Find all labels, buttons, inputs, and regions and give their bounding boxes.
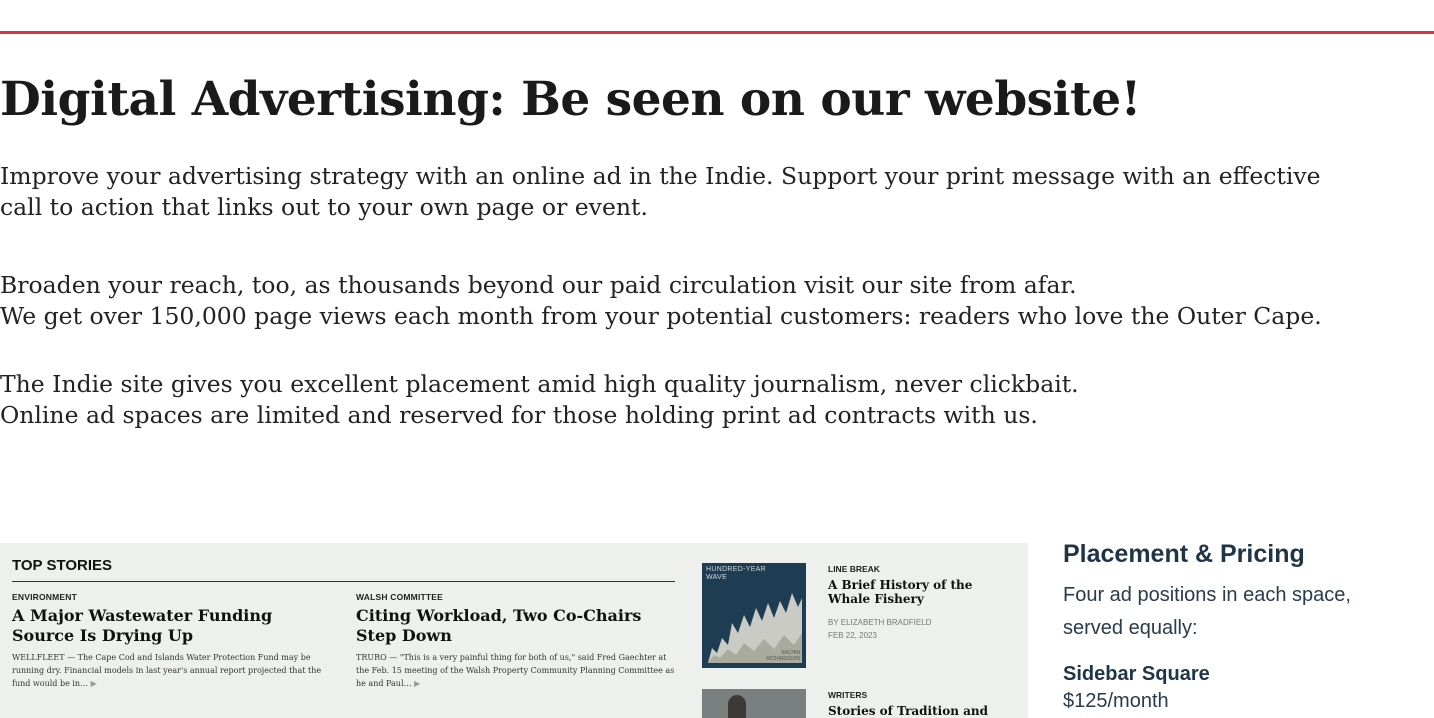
accent-rule [0, 31, 1434, 34]
story-title[interactable]: Citing Workload, Two Co-Chairs Step Down [356, 606, 676, 646]
read-more-icon[interactable]: ▶ [414, 679, 420, 688]
book-cover-thumbnail[interactable]: HUNDRED-YEAR WAVE SACHIN RICHARDSON [702, 563, 806, 668]
story-excerpt: WELLFLEET — The Cape Cod and Islands Wat… [12, 653, 322, 688]
top-stories-label: TOP STORIES [12, 557, 113, 574]
paragraph-line: call to action that links out to your ow… [0, 193, 648, 221]
paragraph-line: Broaden your reach, too, as thousands be… [0, 271, 1077, 299]
story-card[interactable]: ENVIRONMENT A Major Wastewater Funding S… [12, 592, 332, 690]
sidebar-story[interactable]: WRITERS Stories of Tradition and [828, 690, 1018, 718]
story-kicker: ENVIRONMENT [12, 592, 78, 602]
pricing-section: Placement & Pricing Four ad positions in… [1063, 540, 1434, 713]
paragraph-line: The Indie site gives you excellent place… [0, 370, 1079, 398]
pricing-description: Four ad positions in each space, served … [1063, 584, 1351, 639]
website-preview-image: TOP STORIES ENVIRONMENT A Major Wastewat… [0, 543, 1028, 718]
thumbnail-author: SACHIN RICHARDSON [766, 650, 800, 662]
pricing-title: Placement & Pricing [1063, 540, 1305, 568]
story-title[interactable]: A Major Wastewater Funding Source Is Dry… [12, 606, 332, 646]
story-title[interactable]: Stories of Tradition and [828, 704, 1018, 718]
intro-paragraph: Improve your advertising strategy with a… [0, 161, 1321, 223]
paragraph-line: We get over 150,000 page views each mont… [0, 302, 1322, 330]
section-divider [12, 581, 675, 582]
story-card[interactable]: WALSH COMMITTEE Citing Workload, Two Co-… [356, 592, 676, 690]
story-kicker: WRITERS [828, 690, 868, 700]
thumbnail-title: HUNDRED-YEAR WAVE [706, 566, 766, 581]
story-excerpt: TRURO — "This is a very painful thing fo… [356, 653, 675, 688]
story-title[interactable]: A Brief History of the Whale Fishery [828, 578, 1018, 606]
story-kicker: LINE BREAK [828, 564, 880, 574]
placement-paragraph: The Indie site gives you excellent place… [0, 369, 1079, 431]
read-more-icon[interactable]: ▶ [91, 679, 97, 688]
writer-photo-thumbnail[interactable] [702, 689, 806, 718]
person-silhouette [728, 695, 746, 718]
reach-paragraph: Broaden your reach, too, as thousands be… [0, 270, 1322, 332]
page-title: Digital Advertising: Be seen on our webs… [0, 72, 1141, 127]
ad-type-price: $125/month [1063, 690, 1169, 712]
ad-type-name: Sidebar Square [1063, 663, 1210, 685]
story-byline: BY ELIZABETH BRADFIELD [828, 618, 932, 627]
paragraph-line: Improve your advertising strategy with a… [0, 162, 1321, 190]
sidebar-story[interactable]: LINE BREAK A Brief History of the Whale … [828, 564, 1018, 642]
story-date: FEB 22, 2023 [828, 631, 877, 640]
story-kicker: WALSH COMMITTEE [356, 592, 444, 602]
paragraph-line: Online ad spaces are limited and reserve… [0, 401, 1038, 429]
